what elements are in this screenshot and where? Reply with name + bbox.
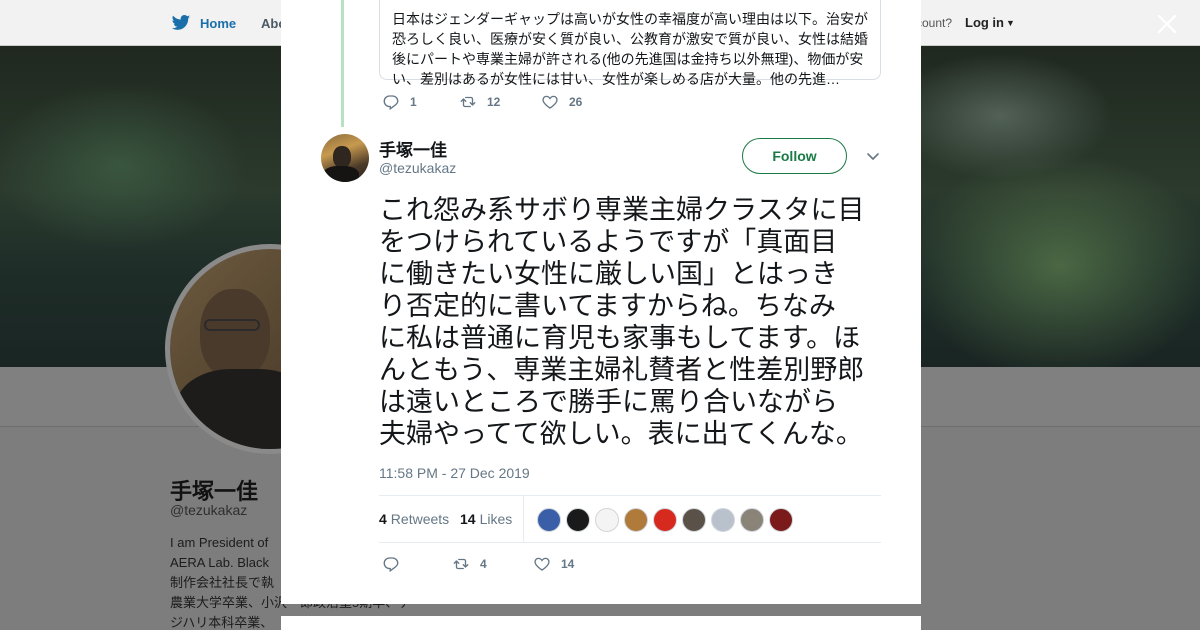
tweet-text-line: は遠いところで勝手に罵り合いながら — [379, 387, 838, 418]
profile-handle: @tezukakaz — [170, 502, 248, 518]
parent-tweet-actions: 1 12 26 — [382, 93, 582, 111]
reply-button[interactable]: 1 — [382, 93, 459, 111]
liker-avatar[interactable] — [682, 508, 706, 532]
reply-icon — [382, 93, 410, 111]
tweet-text-line: んともう、専業主婦礼賛者と性差別野郎 — [379, 355, 865, 386]
retweets-stat[interactable]: 4 Retweets — [379, 511, 449, 527]
liker-avatar[interactable] — [566, 508, 590, 532]
retweet-button[interactable]: 12 — [459, 93, 541, 111]
author-handle[interactable]: @tezukakaz — [379, 160, 456, 176]
tweet-permalink-modal: 日本はジェンダーギャップは高いが女性の幸福度が高い理由は以下。治安が 恐ろしく良… — [281, 0, 921, 604]
tweet-text: これ怨み系サボり専業主婦クラスタに目 をつけられているようですが「真面目 に働き… — [379, 195, 889, 451]
like-count: 26 — [569, 95, 583, 109]
likes-stat-label: Likes — [479, 511, 513, 527]
nav-home-link[interactable]: Home — [170, 13, 236, 33]
retweets-stat-count: 4 — [379, 511, 387, 527]
nav-home-label: Home — [200, 15, 237, 31]
reply-button[interactable] — [382, 555, 452, 573]
chevron-down-icon[interactable] — [865, 148, 881, 164]
retweet-count: 12 — [487, 95, 501, 109]
liker-avatars — [537, 508, 793, 532]
like-button[interactable]: 14 — [533, 555, 574, 573]
author-name[interactable]: 手塚一佳 — [379, 136, 447, 161]
liker-avatar[interactable] — [624, 508, 648, 532]
quoted-tweet-line: い、差別はあるが女性には甘い、女性が楽しめる店が大量。他の先進… — [392, 71, 840, 87]
login-button[interactable]: Log in ▼ — [965, 15, 1015, 30]
caret-down-icon: ▼ — [1006, 18, 1015, 28]
liker-avatar[interactable] — [711, 508, 735, 532]
quoted-tweet-line: 恐ろしく良い、医療が安く質が良い、公教育が激安で質が良い、女性は結婚 — [392, 31, 868, 47]
tweet-text-line: 夫婦やってて欲しい。表に出てくんな。 — [379, 419, 863, 450]
like-count: 14 — [561, 557, 575, 571]
reply-icon — [382, 555, 410, 573]
retweet-icon — [452, 555, 480, 573]
heart-icon — [541, 93, 569, 111]
likes-stat[interactable]: 14 Likes — [460, 511, 512, 527]
quoted-tweet-line: 日本はジェンダーギャップは高いが女性の幸福度が高い理由は以下。治安が — [392, 11, 868, 27]
retweet-icon — [459, 93, 487, 111]
quoted-tweet-line: 後にパートや専業主婦が許される(他の先進国は金持ち以外無理)、物価が安 — [392, 51, 864, 67]
tweet-text-line: に働きたい女性に厳しい国」とはっき — [379, 259, 838, 290]
close-icon[interactable] — [1155, 12, 1179, 36]
retweet-count: 4 — [480, 557, 487, 571]
login-label: Log in — [965, 15, 1004, 30]
stats-divider — [523, 496, 524, 543]
tweet-stats: 4 Retweets 14 Likes — [379, 495, 881, 543]
tweet-text-line: り否定的に書いてますからね。ちなみ — [379, 291, 836, 322]
liker-avatar[interactable] — [537, 508, 561, 532]
twitter-bird-icon — [170, 13, 192, 33]
tweet-timestamp[interactable]: 11:58 PM - 27 Dec 2019 — [379, 465, 530, 481]
liker-avatar[interactable] — [769, 508, 793, 532]
conversation-thread-line — [341, 0, 344, 127]
author-avatar[interactable] — [321, 134, 369, 182]
retweet-button[interactable]: 4 — [452, 555, 533, 573]
liker-avatar[interactable] — [653, 508, 677, 532]
tweet-text-line: に私は普通に育児も家事もしてます。ほ — [379, 323, 861, 354]
likes-stat-count: 14 — [460, 511, 476, 527]
retweets-stat-label: Retweets — [390, 511, 450, 527]
tweet-text-line: これ怨み系サボり専業主婦クラスタに目 — [379, 195, 865, 226]
next-tweet-card — [281, 616, 921, 630]
like-button[interactable]: 26 — [541, 93, 582, 111]
liker-avatar[interactable] — [595, 508, 619, 532]
tweet-text-line: をつけられているようですが「真面目 — [379, 227, 838, 258]
tweet-actions: 4 14 — [382, 555, 574, 573]
quoted-tweet-card[interactable]: 日本はジェンダーギャップは高いが女性の幸福度が高い理由は以下。治安が 恐ろしく良… — [379, 0, 881, 87]
heart-icon — [533, 555, 561, 573]
liker-avatar[interactable] — [740, 508, 764, 532]
reply-count: 1 — [410, 95, 417, 109]
follow-button[interactable]: Follow — [742, 138, 847, 174]
